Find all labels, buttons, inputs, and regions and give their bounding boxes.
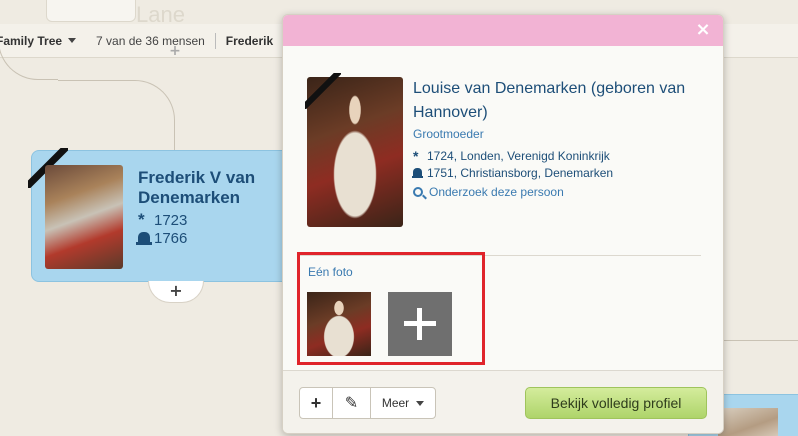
highlight-box [297, 252, 485, 365]
person-relation: Grootmoeder [413, 127, 484, 141]
tree-connector-line [720, 340, 798, 341]
current-person-label[interactable]: Frederik [226, 34, 273, 48]
person-card-photo[interactable] [45, 165, 123, 269]
person-card-name[interactable]: Frederik V van Denemarken [138, 168, 288, 208]
mourning-ribbon-icon [305, 73, 341, 109]
asterisk-icon: * [413, 148, 419, 164]
toolbar-divider [214, 32, 216, 49]
person-card-partial-photo [718, 408, 778, 436]
asterisk-icon: * [138, 210, 145, 229]
tombstone-icon [412, 168, 423, 178]
top-person-card-stub[interactable] [46, 0, 136, 22]
person-card-birth: * 1723 [138, 210, 187, 230]
people-count: 7 van de 36 mensen [96, 33, 205, 48]
search-icon [413, 187, 423, 197]
birth-details: 1724, Londen, Verenigd Koninkrijk [427, 149, 610, 163]
edit-button[interactable]: ✎ [333, 388, 371, 418]
pencil-icon: ✎ [344, 395, 359, 412]
research-link-label: Onderzoek deze persoon [429, 185, 564, 199]
person-card-death: 1766 [136, 230, 188, 247]
add-relative-button[interactable]: + [148, 281, 204, 303]
person-card-birth-year: 1723 [154, 211, 188, 229]
add-parent-button[interactable]: + [166, 44, 184, 58]
tree-connector-line [58, 80, 175, 150]
person-popup: × Louise van Denemarken (geboren van Han… [282, 14, 724, 434]
more-label: Meer [381, 396, 410, 410]
popup-footer: + ✎ Meer Bekijk volledig profiel [283, 370, 723, 433]
more-dropdown[interactable]: Meer [371, 388, 435, 418]
death-details: 1751, Christiansborg, Denemarken [427, 166, 614, 180]
chevron-down-icon [68, 38, 77, 43]
tombstone-icon [136, 232, 152, 245]
view-full-profile-button[interactable]: Bekijk volledig profiel [525, 387, 707, 419]
person-card-death-year: 1766 [154, 230, 188, 247]
add-button[interactable]: + [300, 388, 333, 418]
tree-connector-line [0, 0, 58, 80]
action-button-group: + ✎ Meer [299, 387, 436, 419]
chevron-down-icon [416, 400, 425, 406]
popup-header [283, 15, 723, 46]
research-person-link[interactable]: Onderzoek deze persoon [413, 185, 564, 199]
death-fact: 1751, Christiansborg, Denemarken [412, 166, 614, 180]
close-icon[interactable]: × [693, 20, 713, 40]
birth-fact: * 1724, Londen, Verenigd Koninkrijk [413, 148, 610, 164]
person-name: Louise van Denemarken (geboren van Hanno… [413, 80, 686, 121]
